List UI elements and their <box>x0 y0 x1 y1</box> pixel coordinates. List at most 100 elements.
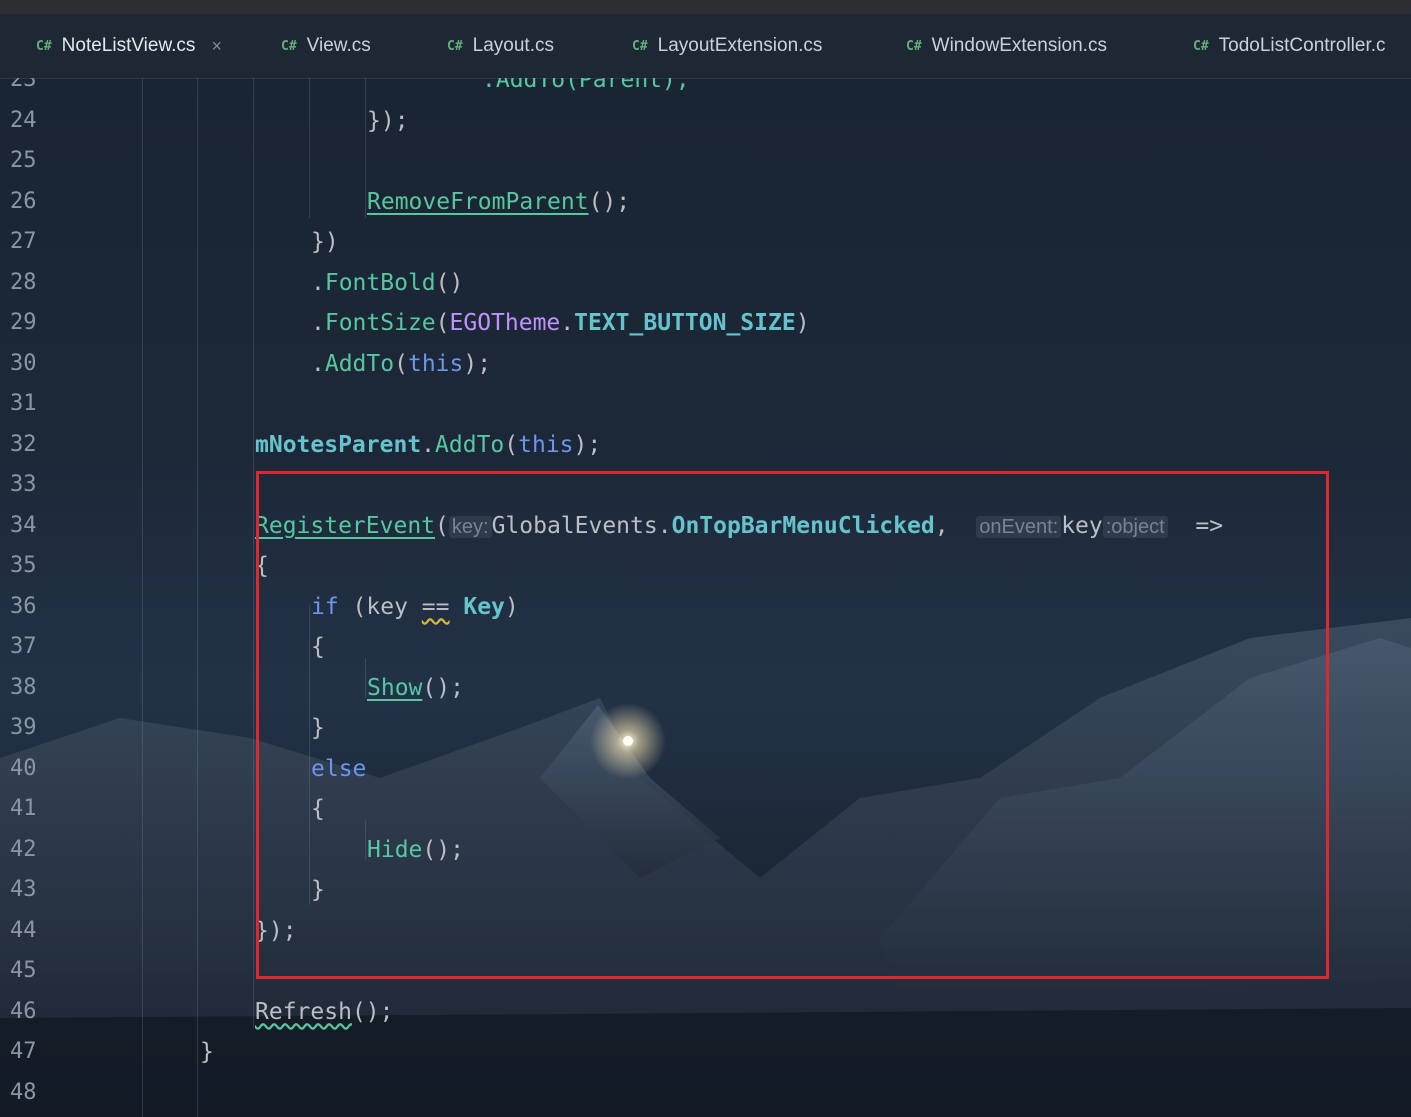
code-token: mNotesParent <box>255 431 422 458</box>
code-token: .AddTo(Parent); <box>482 78 690 93</box>
line-number: 39 <box>10 715 37 740</box>
code-text: .FontSize(EGOTheme.TEXT_BUTTON_SIZE) <box>311 303 810 343</box>
code-line[interactable]: 29 .FontSize(EGOTheme.TEXT_BUTTON_SIZE) <box>0 303 1411 343</box>
code-token: ); <box>463 350 492 377</box>
code-token: ( <box>435 310 450 336</box>
code-token: . <box>311 310 325 336</box>
tab-notelistview[interactable]: C# NoteListView.cs × <box>36 14 222 78</box>
code-line[interactable]: 32 mNotesParent.AddTo(this); <box>0 425 1411 465</box>
code-text: .AddTo(this); <box>311 344 491 384</box>
tab-label: Layout.cs <box>472 35 554 56</box>
line-number: 43 <box>10 877 37 902</box>
code-line[interactable]: 48 <box>0 1073 1411 1113</box>
csharp-file-icon: C# <box>1193 38 1209 54</box>
code-line[interactable]: 23 .AddTo(Parent); <box>0 78 1411 100</box>
code-token: ); <box>573 431 602 458</box>
line-number: 46 <box>10 998 37 1024</box>
code-line[interactable]: 31 <box>0 384 1411 424</box>
annotation-highlight-box <box>256 471 1329 979</box>
line-number: 24 <box>10 107 37 133</box>
code-token: . <box>311 350 325 377</box>
line-number: 37 <box>10 634 37 659</box>
line-number: 26 <box>10 188 37 214</box>
line-number: 41 <box>10 796 37 821</box>
code-text: .FontBold() <box>311 263 463 303</box>
editor-tab-bar: C# NoteListView.cs × C# View.cs C# Layou… <box>0 14 1411 79</box>
tab-layoutextension[interactable]: C# LayoutExtension.cs <box>632 14 822 78</box>
code-token: () <box>435 269 464 296</box>
code-text: mNotesParent.AddTo(this); <box>255 425 601 465</box>
code-line[interactable]: 24}); <box>0 101 1411 141</box>
code-text: RemoveFromParent(); <box>367 182 630 222</box>
line-number: 27 <box>10 229 37 254</box>
code-token: (); <box>588 188 631 215</box>
tab-label: LayoutExtension.cs <box>657 35 823 56</box>
line-number: 45 <box>10 958 37 983</box>
csharp-file-icon: C# <box>632 38 648 54</box>
csharp-file-icon: C# <box>36 38 52 54</box>
code-token: this <box>407 350 464 377</box>
line-number: 38 <box>10 674 37 700</box>
code-token: (); <box>351 998 394 1025</box>
line-number: 33 <box>10 472 37 497</box>
line-number: 30 <box>10 350 37 376</box>
code-line[interactable]: 27}) <box>0 222 1411 262</box>
code-token: Refresh <box>255 998 352 1025</box>
code-text: }); <box>367 101 409 141</box>
code-text: Refresh(); <box>255 992 393 1032</box>
tab-layout[interactable]: C# Layout.cs <box>447 14 554 78</box>
code-line[interactable]: 47} <box>0 1032 1411 1072</box>
code-token: FontBold <box>324 269 436 296</box>
code-text: } <box>200 1032 214 1072</box>
code-token: AddTo <box>435 431 505 458</box>
window-title-strip <box>0 0 1411 14</box>
code-token: EGOTheme <box>449 310 561 336</box>
line-number: 44 <box>10 917 37 943</box>
csharp-file-icon: C# <box>447 38 463 54</box>
code-text: .AddTo(Parent); <box>482 78 690 100</box>
code-token: ) <box>795 310 810 336</box>
code-text: }) <box>311 222 339 262</box>
tab-label: NoteListView.cs <box>61 35 196 56</box>
code-editor[interactable]: 23 .AddTo(Parent); 24}); 25 26 RemoveFromPare… <box>0 78 1411 1117</box>
code-token: FontSize <box>324 310 436 336</box>
line-number: 40 <box>10 755 37 781</box>
line-number: 23 <box>10 78 37 92</box>
line-number: 47 <box>10 1039 37 1064</box>
csharp-file-icon: C# <box>281 38 297 54</box>
tab-view[interactable]: C# View.cs <box>281 14 371 78</box>
code-token: ( <box>394 350 408 377</box>
tab-label: TodoListController.c <box>1218 35 1386 56</box>
code-token: }) <box>311 229 339 255</box>
line-number: 36 <box>10 593 37 619</box>
close-icon[interactable]: × <box>211 36 222 57</box>
code-line[interactable]: 30 .AddTo(this); <box>0 344 1411 384</box>
line-number: 32 <box>10 431 37 457</box>
line-number: 25 <box>10 148 37 173</box>
tab-windowextension[interactable]: C# WindowExtension.cs <box>906 14 1107 78</box>
code-token: TEXT_BUTTON_SIZE <box>574 310 796 336</box>
tab-label: View.cs <box>306 35 371 56</box>
tab-todolistcontroller[interactable]: C# TodoListController.c <box>1193 14 1386 78</box>
code-token: this <box>518 431 574 458</box>
tab-label: WindowExtension.cs <box>931 35 1107 56</box>
line-number: 48 <box>10 1079 37 1105</box>
line-number: 31 <box>10 391 37 416</box>
code-token: RemoveFromParent <box>367 188 589 215</box>
code-token: ( <box>504 431 519 458</box>
code-line[interactable]: 25 <box>0 141 1411 181</box>
code-token: AddTo <box>324 350 395 377</box>
code-token: . <box>311 269 325 296</box>
line-number: 29 <box>10 310 37 335</box>
line-number: 35 <box>10 553 37 578</box>
code-line[interactable]: 28 .FontBold() <box>0 263 1411 303</box>
code-token: . <box>421 431 436 458</box>
csharp-file-icon: C# <box>906 38 922 54</box>
code-line[interactable]: 46 Refresh(); <box>0 992 1411 1032</box>
code-token: }); <box>367 107 409 134</box>
code-token: } <box>200 1039 214 1065</box>
line-number: 34 <box>10 512 37 538</box>
code-line[interactable]: 26 RemoveFromParent(); <box>0 182 1411 222</box>
code-token: . <box>560 310 575 336</box>
line-number: 28 <box>10 269 37 295</box>
